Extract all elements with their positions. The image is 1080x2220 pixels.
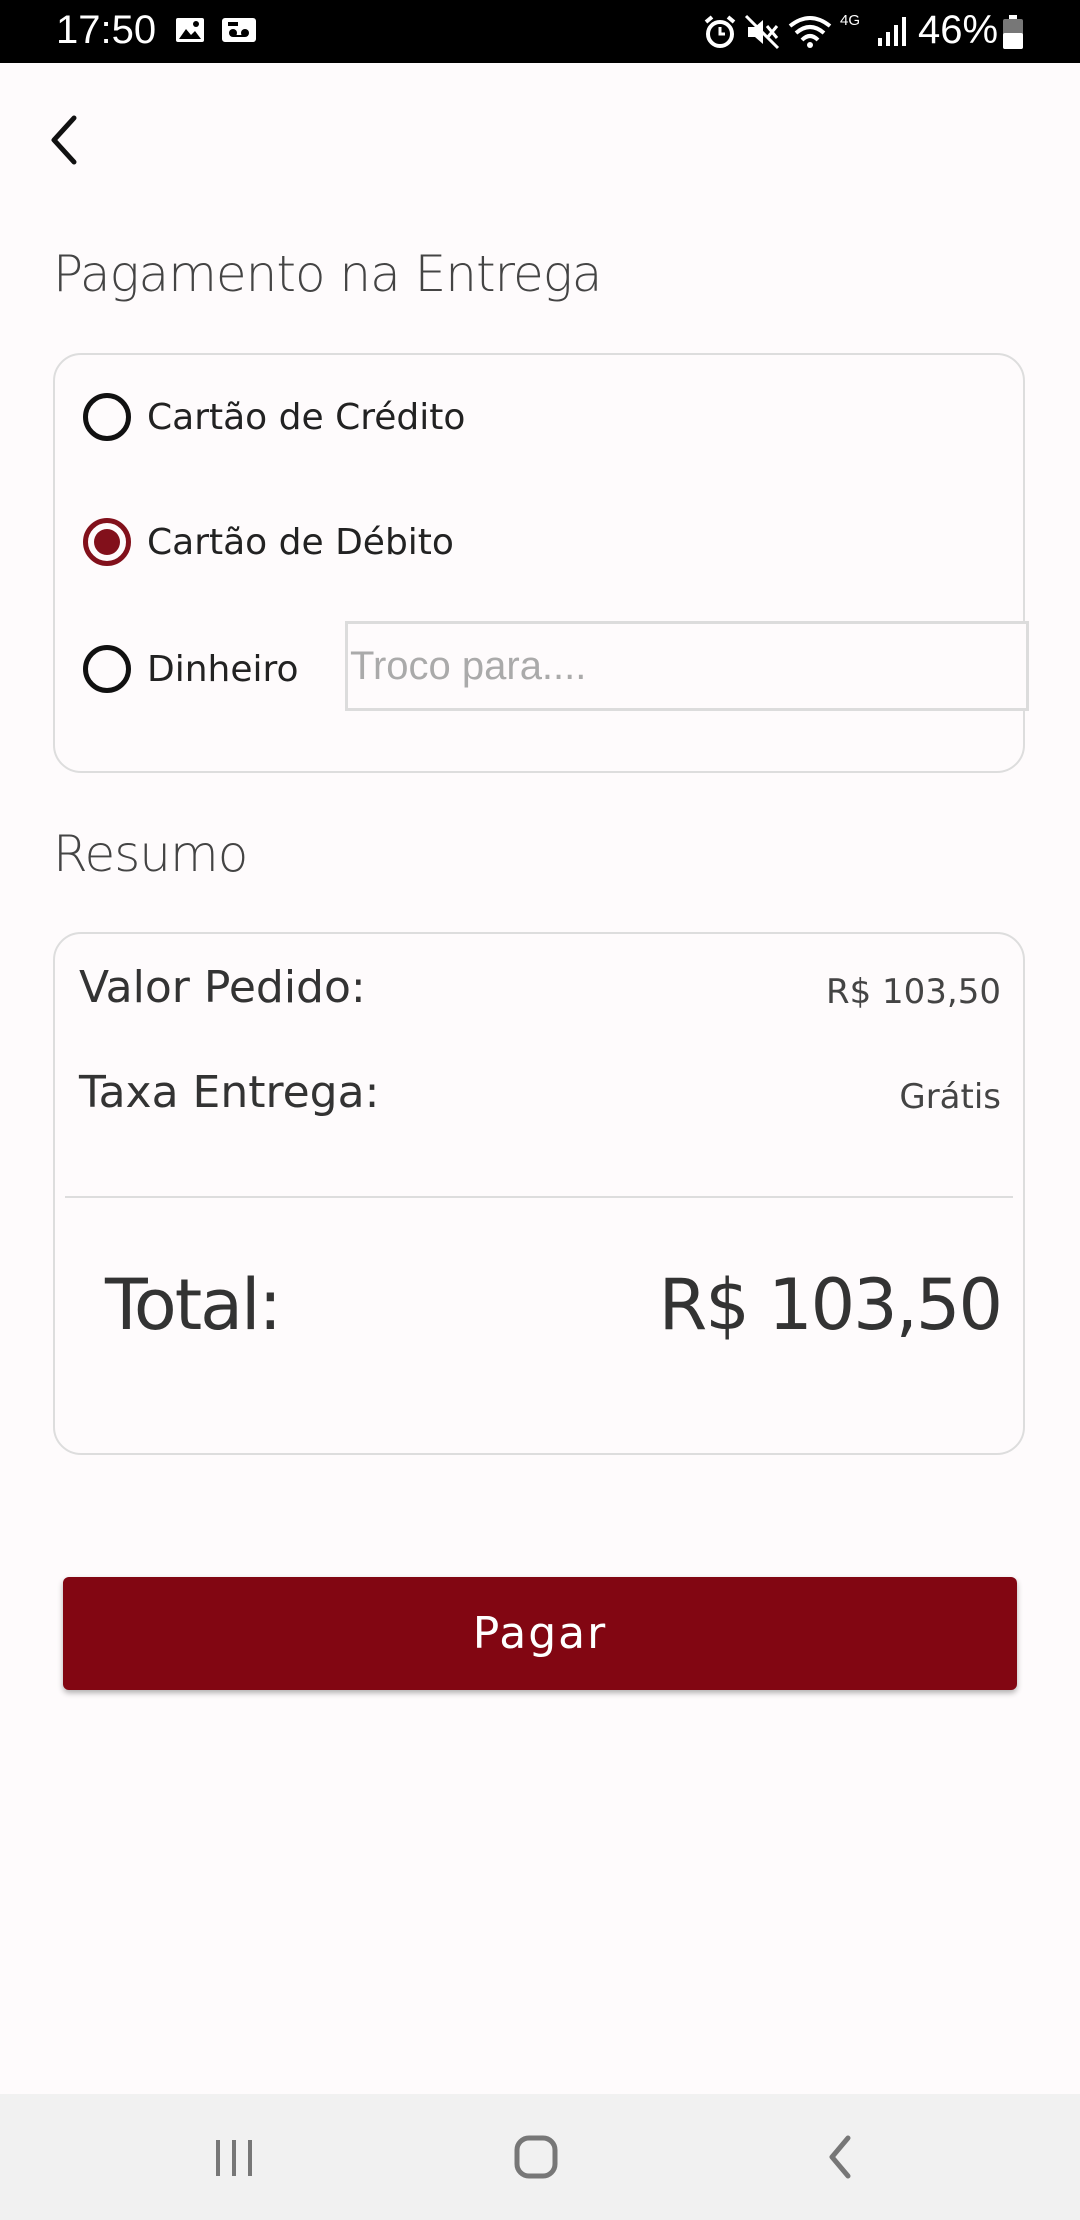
- order-value: R$ 103,50: [825, 972, 1001, 1012]
- summary-section-title: Resumo: [53, 825, 248, 883]
- pay-button[interactable]: Pagar: [63, 1577, 1017, 1690]
- option-credit-card[interactable]: Cartão de Crédito: [83, 387, 465, 447]
- summary-card: Valor Pedido: R$ 103,50 Taxa Entrega: Gr…: [53, 932, 1025, 1455]
- home-icon: [514, 2135, 558, 2179]
- recent-apps-icon: [216, 2140, 252, 2176]
- signal-icon: [876, 14, 910, 52]
- back-arrow-icon: [829, 2135, 851, 2179]
- option-credit-card-label: Cartão de Crédito: [147, 396, 466, 438]
- radio-credit-card[interactable]: [83, 393, 131, 441]
- mute-icon: [744, 14, 780, 54]
- battery-level: 46%: [918, 8, 999, 52]
- total-value: R$ 103,50: [658, 1264, 1003, 1346]
- chevron-left-icon: [51, 115, 77, 165]
- network-type: 4G: [840, 12, 861, 29]
- change-amount-input[interactable]: [345, 621, 1029, 711]
- navigation-bar: [0, 2094, 1080, 2220]
- status-bar: 17:50 4G 46%: [0, 0, 1080, 63]
- order-value-label: Valor Pedido:: [79, 962, 366, 1013]
- summary-divider: [65, 1196, 1013, 1198]
- battery-icon: [1002, 14, 1024, 54]
- option-cash[interactable]: Dinheiro: [83, 639, 299, 699]
- recent-apps-button[interactable]: [194, 2124, 274, 2190]
- gallery-icon: [174, 14, 206, 50]
- payment-options-card: Cartão de Crédito Cartão de Débito Dinhe…: [53, 353, 1029, 773]
- home-button[interactable]: [496, 2124, 576, 2190]
- option-debit-card[interactable]: Cartão de Débito: [83, 512, 454, 572]
- delivery-fee-label: Taxa Entrega:: [79, 1067, 380, 1118]
- wifi-icon: [788, 14, 832, 54]
- status-time: 17:50: [56, 8, 157, 52]
- option-debit-card-label: Cartão de Débito: [147, 521, 454, 563]
- option-cash-label: Dinheiro: [147, 648, 299, 690]
- voicemail-icon: [220, 14, 260, 50]
- system-back-button[interactable]: [800, 2124, 880, 2190]
- delivery-fee-value: Grátis: [899, 1077, 1001, 1117]
- payment-section-title: Pagamento na Entrega: [53, 245, 602, 303]
- total-label: Total:: [105, 1264, 282, 1346]
- back-button[interactable]: [40, 110, 92, 170]
- radio-debit-card[interactable]: [83, 518, 131, 566]
- alarm-icon: [702, 14, 738, 54]
- radio-selected-dot: [94, 529, 120, 555]
- radio-cash[interactable]: [83, 645, 131, 693]
